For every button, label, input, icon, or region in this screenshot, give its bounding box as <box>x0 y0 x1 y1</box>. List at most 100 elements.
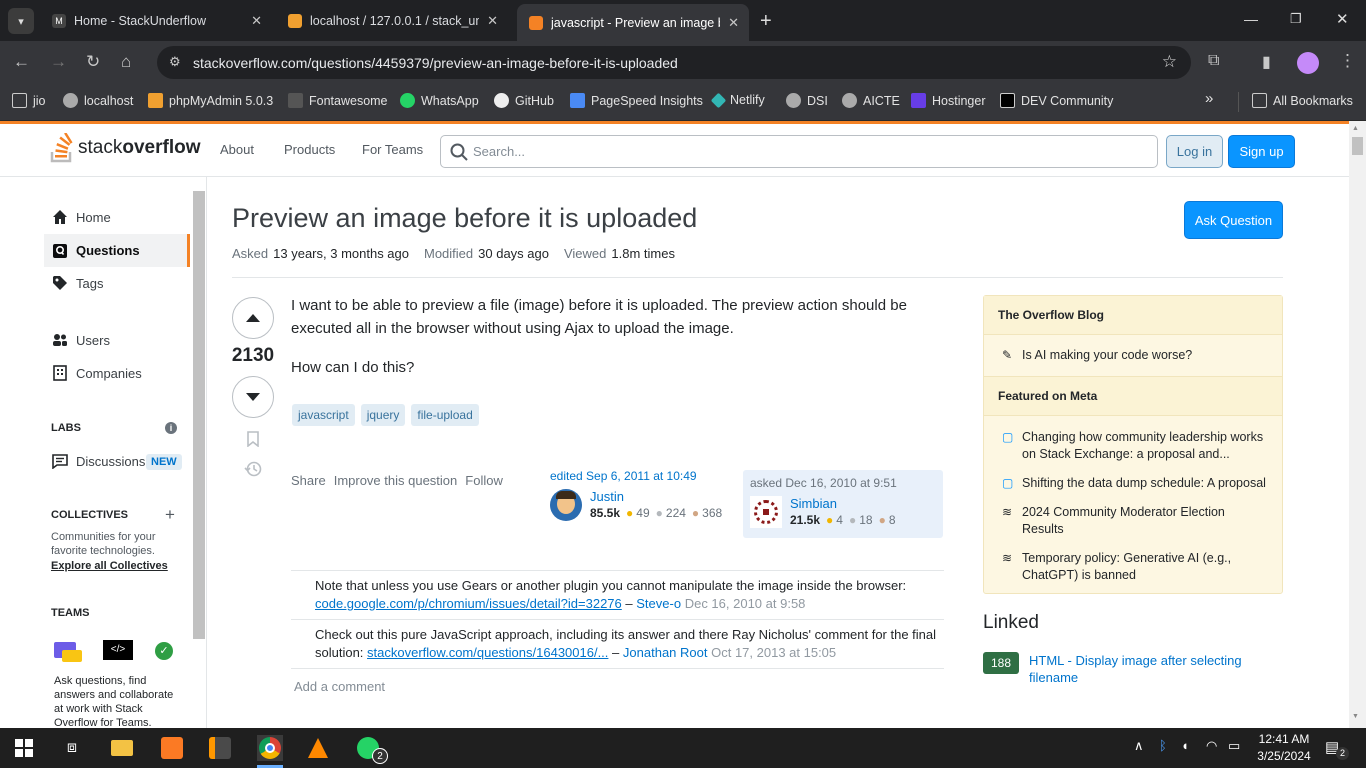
tag-file-upload[interactable]: file-upload <box>411 404 479 426</box>
bookmark-dsi[interactable]: DSI <box>786 93 828 108</box>
comment-date[interactable]: Oct 17, 2013 at 15:05 <box>711 645 836 660</box>
address-bar[interactable]: ⚙ stackoverflow.com/questions/4459379/pr… <box>157 46 1191 79</box>
share-link[interactable]: Share <box>291 473 326 488</box>
site-info-icon[interactable]: ⚙ <box>169 54 181 70</box>
nav-for-teams[interactable]: For Teams <box>362 142 423 157</box>
nav-products[interactable]: Products <box>284 142 335 157</box>
chevron-up-icon[interactable]: ∧ <box>1134 738 1144 754</box>
windows-start-icon[interactable] <box>12 736 36 760</box>
bookmark-netlify[interactable]: Netlify <box>710 92 765 108</box>
sidebar-item-home[interactable]: Home <box>52 209 111 225</box>
login-button[interactable]: Log in <box>1166 135 1223 168</box>
comment-user[interactable]: Steve-o <box>636 596 681 611</box>
window-close-icon[interactable]: ✕ <box>1336 10 1349 28</box>
meta-item[interactable]: ≋ Temporary policy: Generative AI (e.g., … <box>988 544 1282 590</box>
downvote-button[interactable] <box>232 376 274 418</box>
chrome-icon[interactable] <box>257 735 283 761</box>
battery-icon[interactable]: ▭ <box>1228 738 1240 754</box>
meta-item[interactable]: ≋ 2024 Community Moderator Election Resul… <box>988 498 1282 544</box>
bookmark-fontawesome[interactable]: Fontawesome <box>288 93 388 108</box>
explore-collectives-link[interactable]: Explore all Collectives <box>51 560 168 572</box>
bookmark-aicte[interactable]: AICTE <box>842 93 900 108</box>
comment-user[interactable]: Jonathan Root <box>623 645 708 660</box>
url-text[interactable]: stackoverflow.com/questions/4459379/prev… <box>193 55 678 71</box>
new-tab-button[interactable]: + <box>760 10 772 33</box>
sidebar-item-discussions[interactable]: Discussions <box>52 453 145 469</box>
extensions-icon[interactable]: ⧉ <box>1208 52 1219 70</box>
question-title[interactable]: Preview an image before it is uploaded <box>232 203 697 234</box>
signup-button[interactable]: Sign up <box>1228 135 1295 168</box>
scrollbar-thumb[interactable] <box>1352 137 1363 155</box>
all-bookmarks-button[interactable]: All Bookmarks <box>1252 93 1353 108</box>
close-icon[interactable]: ✕ <box>251 13 262 29</box>
bookmark-jio[interactable]: jio <box>12 93 46 108</box>
editor-name[interactable]: Justin <box>590 489 722 504</box>
tab-localhost[interactable]: localhost / 127.0.0.1 / stack_und ✕ <box>276 6 508 35</box>
bookmark-whatsapp[interactable]: WhatsApp <box>400 93 479 108</box>
sublime-icon[interactable] <box>208 736 232 760</box>
sidebar-item-users[interactable]: Users <box>52 332 110 348</box>
vlc-icon[interactable] <box>306 736 330 760</box>
task-view-icon[interactable]: ⧈ <box>60 736 84 760</box>
bookmark-hostinger[interactable]: Hostinger <box>911 93 986 108</box>
add-comment-link[interactable]: Add a comment <box>291 668 944 694</box>
bookmark-github[interactable]: GitHub <box>494 93 554 108</box>
search-input[interactable]: Search... <box>440 135 1158 168</box>
info-icon[interactable]: i <box>165 422 177 434</box>
xampp-icon[interactable] <box>160 736 184 760</box>
left-scrollbar-thumb[interactable] <box>193 191 205 639</box>
bookmark-pagespeed[interactable]: PageSpeed Insights <box>570 93 703 108</box>
sidebar-item-companies[interactable]: Companies <box>52 365 142 381</box>
modified-value[interactable]: 30 days ago <box>478 246 549 261</box>
more-bookmarks-button[interactable]: » <box>1205 90 1213 107</box>
file-explorer-icon[interactable] <box>110 736 134 760</box>
upvote-button[interactable] <box>232 297 274 339</box>
meta-item[interactable]: ▢ Shifting the data dump schedule: A prop… <box>988 469 1282 498</box>
side-panel-icon[interactable]: ▮ <box>1262 52 1271 72</box>
avatar[interactable] <box>550 489 582 521</box>
tag-jquery[interactable]: jquery <box>360 404 406 426</box>
bookmark-phpmyadmin[interactable]: phpMyAdmin 5.0.3 <box>148 93 273 108</box>
tab-search-button[interactable]: ▾ <box>8 8 34 34</box>
history-icon[interactable] <box>244 460 262 478</box>
avatar[interactable] <box>750 496 782 528</box>
meta-item[interactable]: ▢ Changing how community leadership works… <box>988 423 1282 469</box>
tab-javascript-preview[interactable]: javascript - Preview an image be ✕ <box>517 4 749 41</box>
clock[interactable]: 12:41 AM 3/25/2024 <box>1252 731 1316 765</box>
page-scrollbar[interactable]: ▲ ▼ <box>1349 121 1366 728</box>
bookmark-icon[interactable] <box>247 431 259 447</box>
nav-about[interactable]: About <box>220 142 254 157</box>
forward-icon[interactable]: → <box>50 52 67 72</box>
linked-title[interactable]: HTML - Display image after selecting fil… <box>1029 652 1259 686</box>
reload-icon[interactable]: ↻ <box>86 52 100 72</box>
home-icon[interactable]: ⌂ <box>121 52 131 72</box>
close-icon[interactable]: ✕ <box>487 13 498 29</box>
restore-icon[interactable]: ❐ <box>1290 11 1302 27</box>
tag-javascript[interactable]: javascript <box>292 404 355 426</box>
plus-icon[interactable]: + <box>165 505 175 525</box>
minimize-icon[interactable]: — <box>1244 11 1258 27</box>
sidebar-item-tags[interactable]: Tags <box>52 275 103 291</box>
comment-link[interactable]: code.google.com/p/chromium/issues/detail… <box>315 596 622 611</box>
comment-link[interactable]: stackoverflow.com/questions/16430016/... <box>367 645 608 660</box>
bluetooth-icon[interactable]: ᛒ <box>1159 738 1167 753</box>
ask-question-button[interactable]: Ask Question <box>1184 201 1283 239</box>
bookmark-star-icon[interactable]: ☆ <box>1162 52 1177 72</box>
profile-avatar[interactable] <box>1297 52 1319 74</box>
bookmark-localhost[interactable]: localhost <box>63 93 133 108</box>
back-icon[interactable]: ← <box>13 52 30 72</box>
linked-item[interactable]: 188 HTML - Display image after selecting… <box>983 652 1283 686</box>
menu-icon[interactable]: ⋮ <box>1339 51 1356 71</box>
volume-icon[interactable]: ◖ <box>1181 738 1189 753</box>
improve-question-link[interactable]: Improve this question <box>334 473 458 488</box>
comment-date[interactable]: Dec 16, 2010 at 9:58 <box>685 596 806 611</box>
sidebar-item-questions[interactable]: Questions <box>44 234 190 267</box>
blog-item[interactable]: ✎ Is AI making your code worse? <box>984 335 1282 376</box>
scroll-up-icon[interactable]: ▲ <box>1352 125 1359 132</box>
so-logo[interactable]: stackoverflow <box>50 133 200 163</box>
bookmark-dev-community[interactable]: DEV Community <box>1000 93 1113 108</box>
edited-date-link[interactable]: edited Sep 6, 2011 at 10:49 <box>550 469 730 483</box>
asker-name[interactable]: Simbian <box>790 496 896 511</box>
tab-home-stackunderflow[interactable]: M Home - StackUnderflow ✕ <box>40 6 272 35</box>
scroll-down-icon[interactable]: ▼ <box>1352 713 1359 720</box>
